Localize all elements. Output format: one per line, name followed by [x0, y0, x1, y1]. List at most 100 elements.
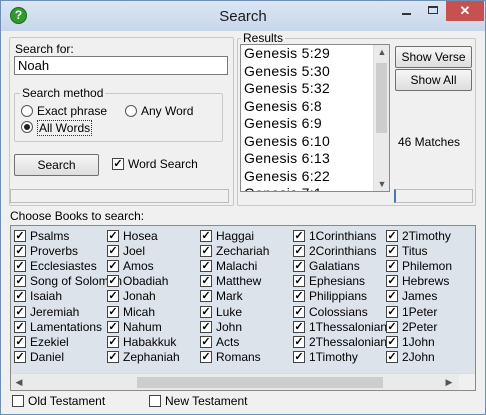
book-checkbox[interactable]: ✓ [14, 335, 26, 348]
book-checkbox[interactable]: ✓ [386, 350, 398, 363]
scroll-left-icon[interactable]: ◀ [11, 374, 27, 390]
result-item[interactable]: Genesis 6:13 [241, 150, 389, 168]
books-list[interactable]: ✓ Psalms ✓ Proverbs ✓ Ecclesiastes ✓ Song of So… [10, 225, 476, 391]
book-checkbox[interactable]: ✓ [107, 335, 119, 348]
new-testament-label[interactable]: New Testament [165, 394, 247, 408]
any-word-label[interactable]: Any Word [141, 104, 193, 118]
book-checkbox[interactable]: ✓ [107, 305, 119, 318]
scroll-right-icon[interactable]: ▶ [441, 374, 457, 390]
results-progress-bar [394, 189, 473, 203]
show-verse-button[interactable]: Show Verse [395, 46, 472, 68]
result-item[interactable]: Genesis 5:32 [241, 80, 389, 98]
book-checkbox[interactable]: ✓ [14, 275, 26, 288]
book-checkbox[interactable]: ✓ [293, 260, 305, 273]
book-checkbox[interactable]: ✓ [293, 245, 305, 258]
result-item[interactable]: Genesis 5:30 [241, 63, 389, 81]
book-checkbox[interactable]: ✓ [200, 290, 212, 303]
book-checkbox[interactable]: ✓ [107, 245, 119, 258]
book-label: 2Corinthians [309, 244, 377, 259]
book-checkbox[interactable]: ✓ [107, 290, 119, 303]
book-label: James [402, 289, 438, 304]
book-checkbox[interactable]: ✓ [14, 245, 26, 258]
book-label: Hosea [123, 229, 158, 243]
book-checkbox[interactable]: ✓ [107, 260, 119, 273]
exact-phrase-radio[interactable] [21, 105, 33, 117]
book-label: Romans [216, 349, 261, 364]
book-checkbox[interactable]: ✓ [386, 260, 398, 273]
book-checkbox[interactable]: ✓ [200, 275, 212, 288]
results-scrollbar[interactable]: ▲ ▼ [373, 45, 389, 191]
book-label: Amos [123, 259, 154, 274]
search-input[interactable]: Noah [14, 56, 228, 75]
new-testament-checkbox[interactable] [149, 395, 161, 407]
result-item[interactable]: Genesis 5:29 [241, 45, 389, 63]
book-checkbox[interactable]: ✓ [14, 290, 26, 303]
minimize-icon [402, 13, 411, 15]
book-checkbox[interactable]: ✓ [107, 320, 119, 333]
book-checkbox[interactable]: ✓ [14, 350, 26, 363]
scroll-up-icon[interactable]: ▲ [374, 45, 389, 59]
book-checkbox[interactable]: ✓ [200, 320, 212, 333]
book-checkbox[interactable]: ✓ [200, 230, 212, 242]
scroll-down-icon[interactable]: ▼ [374, 177, 389, 191]
books-scrollbar[interactable]: ◀ ▶ [11, 373, 475, 390]
book-checkbox[interactable]: ✓ [200, 350, 212, 363]
exact-phrase-label[interactable]: Exact phrase [37, 104, 107, 118]
book-label: Titus [402, 244, 428, 259]
book-checkbox[interactable]: ✓ [293, 335, 305, 348]
book-label: Nahum [123, 319, 162, 334]
book-checkbox[interactable]: ✓ [293, 320, 305, 333]
books-scroll-thumb[interactable] [137, 377, 383, 388]
book-checkbox[interactable]: ✓ [293, 275, 305, 288]
match-count: 46 Matches [398, 135, 461, 149]
all-words-label[interactable]: All Words [37, 120, 93, 136]
book-checkbox[interactable]: ✓ [14, 230, 26, 242]
book-checkbox[interactable]: ✓ [107, 350, 119, 363]
book-checkbox[interactable]: ✓ [386, 230, 398, 242]
book-checkbox[interactable]: ✓ [200, 335, 212, 348]
book-label: Ezekiel [30, 334, 69, 349]
result-item[interactable]: Genesis 6:10 [241, 133, 389, 151]
result-item[interactable]: Genesis 6:22 [241, 168, 389, 186]
old-testament-checkbox[interactable] [12, 395, 24, 407]
scroll-corner [459, 374, 475, 390]
book-checkbox[interactable]: ✓ [386, 290, 398, 303]
result-item[interactable]: Genesis 6:9 [241, 115, 389, 133]
book-checkbox[interactable]: ✓ [14, 305, 26, 318]
title-bar[interactable]: ? Search ✕ [1, 1, 485, 31]
close-button[interactable]: ✕ [446, 1, 484, 21]
book-checkbox[interactable]: ✓ [386, 305, 398, 318]
maximize-button[interactable] [420, 1, 446, 21]
book-checkbox[interactable]: ✓ [200, 260, 212, 273]
book-checkbox[interactable]: ✓ [293, 305, 305, 318]
result-item[interactable]: Genesis 7:1 [241, 185, 389, 191]
result-item[interactable]: Genesis 6:8 [241, 98, 389, 116]
book-label: Proverbs [30, 244, 79, 259]
search-button[interactable]: Search [14, 154, 99, 176]
book-checkbox[interactable]: ✓ [386, 275, 398, 288]
book-checkbox[interactable]: ✓ [293, 350, 305, 363]
scroll-thumb[interactable] [376, 63, 387, 133]
book-checkbox[interactable]: ✓ [14, 320, 26, 333]
book-checkbox[interactable]: ✓ [293, 290, 305, 303]
book-checkbox[interactable]: ✓ [200, 245, 212, 258]
book-checkbox[interactable]: ✓ [14, 260, 26, 273]
word-search-label[interactable]: Word Search [128, 157, 198, 171]
results-list[interactable]: Genesis 5:29 Genesis 5:30 Genesis 5:32 Gene… [240, 44, 390, 192]
word-search-checkbox[interactable]: ✓ [112, 158, 124, 170]
book-checkbox[interactable]: ✓ [293, 230, 305, 242]
book-checkbox[interactable]: ✓ [386, 335, 398, 348]
book-label: Ephesians [309, 274, 366, 289]
book-checkbox[interactable]: ✓ [107, 275, 119, 288]
show-all-button[interactable]: Show All [395, 69, 472, 91]
book-checkbox[interactable]: ✓ [386, 320, 398, 333]
any-word-radio[interactable] [125, 105, 137, 117]
book-checkbox[interactable]: ✓ [386, 245, 398, 258]
book-checkbox[interactable]: ✓ [200, 305, 212, 318]
all-words-radio[interactable] [21, 121, 33, 133]
old-testament-label[interactable]: Old Testament [28, 394, 105, 408]
minimize-button[interactable] [392, 1, 420, 21]
book-checkbox[interactable]: ✓ [107, 230, 119, 242]
book-label: Daniel [30, 349, 65, 364]
book-label: 1Peter [402, 304, 438, 319]
